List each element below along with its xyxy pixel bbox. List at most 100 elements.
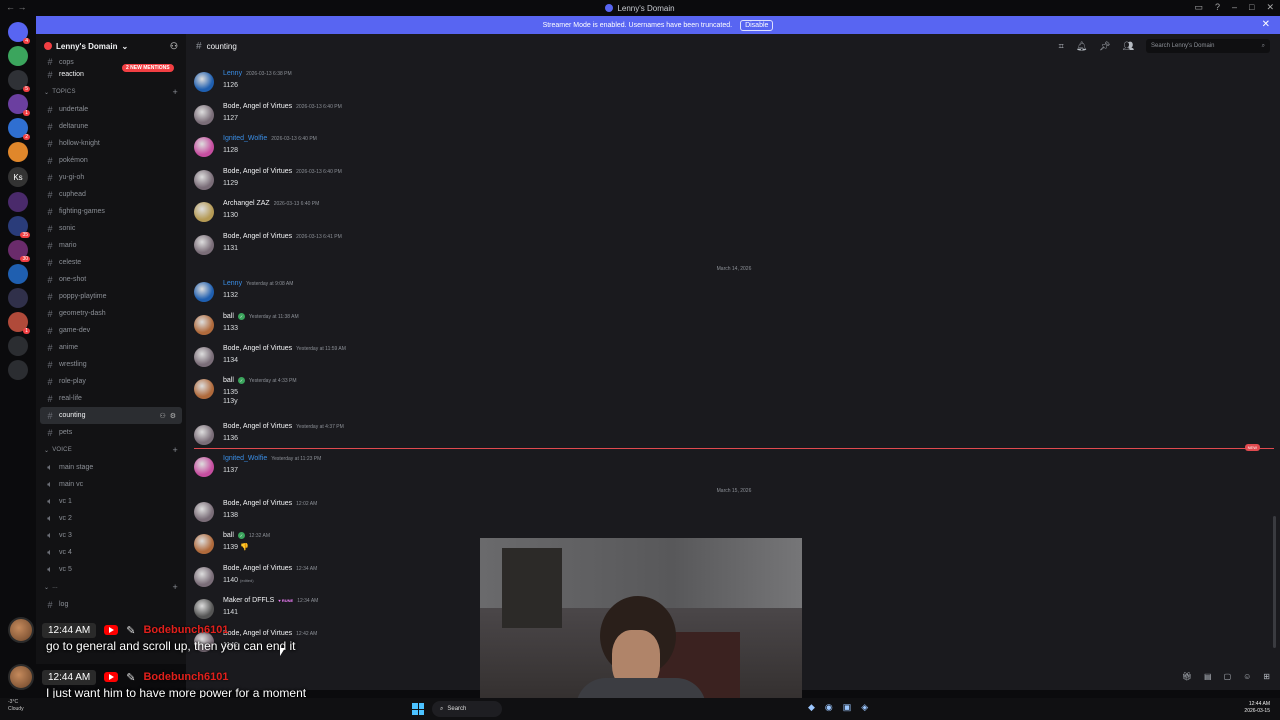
channel-main-stage[interactable]: 🔈︎ main stage	[36, 459, 186, 476]
channel-pets[interactable]: # pets	[36, 424, 186, 441]
avatar[interactable]	[194, 170, 214, 190]
steam-icon[interactable]: ◈	[861, 702, 868, 713]
message[interactable]: Lenny 2026-03-13 6:38 PM 1126	[194, 70, 1264, 100]
server-icon[interactable]: Ks	[8, 167, 28, 187]
author-name[interactable]: Bode, Angel of Virtues	[223, 500, 292, 507]
gift-icon[interactable]: 🎁︎	[1182, 672, 1192, 681]
close-banner-icon[interactable]: ✕	[1262, 19, 1270, 30]
author-name[interactable]: Lenny	[223, 280, 242, 287]
message[interactable]: Bode, Angel of Virtues Yesterday at 11:59…	[194, 345, 1264, 375]
category-header[interactable]: ⌄... +	[36, 578, 186, 596]
message[interactable]: ball ✓ Yesterday at 4:33 PM 1135 113y	[194, 377, 1264, 407]
message[interactable]: Bode, Angel of Virtues 12:02 AM 1138	[194, 500, 1264, 530]
avatar[interactable]	[194, 457, 214, 477]
add-server-icon[interactable]	[8, 336, 28, 356]
channel-poppy-playtime[interactable]: # poppy-playtime	[36, 288, 186, 305]
channel-mario[interactable]: # mario	[36, 237, 186, 254]
bell-icon[interactable]: 🔔︎	[1076, 41, 1087, 52]
server-icon[interactable]: 1	[8, 312, 30, 334]
avatar[interactable]	[194, 202, 214, 222]
channel-one-shot[interactable]: # one-shot	[36, 271, 186, 288]
channel-vc-5[interactable]: 🔈︎ vc 5	[36, 561, 186, 578]
channel-game-dev[interactable]: # game-dev	[36, 322, 186, 339]
channel-vc-3[interactable]: 🔈︎ vc 3	[36, 527, 186, 544]
new-mentions-badge[interactable]: 2 NEW MENTIONS	[122, 64, 174, 72]
pin-icon[interactable]: 📌︎	[1099, 41, 1110, 52]
system-clock[interactable]: 12:44 AM 2026-03-15	[1244, 701, 1270, 715]
category-header[interactable]: ⌄ VOICE +	[36, 441, 186, 459]
discord-taskbar-icon[interactable]: ▣	[843, 702, 852, 713]
message[interactable]: ball ✓ Yesterday at 11:38 AM 1133	[194, 313, 1264, 343]
avatar[interactable]	[194, 72, 214, 92]
threads-icon[interactable]: ⌗	[1059, 41, 1064, 52]
author-name[interactable]: Ignited_Wolfie	[223, 455, 267, 462]
avatar[interactable]	[194, 502, 214, 522]
server-icon[interactable]: 1	[8, 94, 30, 116]
inbox-icon[interactable]: ▭	[1194, 2, 1203, 13]
server-icon[interactable]	[8, 142, 28, 162]
channel-yu-gi-oh[interactable]: # yu-gi-oh	[36, 169, 186, 186]
weather-widget[interactable]: -3°C Cloudy	[8, 699, 24, 713]
channel-undertale[interactable]: # undertale	[36, 101, 186, 118]
author-name[interactable]: Bode, Angel of Virtues	[223, 345, 292, 352]
invite-icon[interactable]: ⚇	[159, 412, 165, 420]
channel-vc-1[interactable]: 🔈︎ vc 1	[36, 493, 186, 510]
minimize-icon[interactable]: –	[1232, 2, 1237, 13]
author-name[interactable]: Lenny	[223, 70, 242, 77]
channel-wrestling[interactable]: # wrestling	[36, 356, 186, 373]
avatar[interactable]	[194, 599, 214, 619]
channel-pok-mon[interactable]: # pokémon	[36, 152, 186, 169]
channel-deltarune[interactable]: # deltarune	[36, 118, 186, 135]
channel-anime[interactable]: # anime	[36, 339, 186, 356]
emoji-icon[interactable]: ☺	[1243, 672, 1251, 681]
add-channel-icon[interactable]: +	[173, 582, 178, 592]
channel-sonic[interactable]: # sonic	[36, 220, 186, 237]
avatar[interactable]	[194, 425, 214, 445]
channel-celeste[interactable]: # celeste	[36, 254, 186, 271]
message[interactable]: Lenny Yesterday at 9:08 AM 1132	[194, 280, 1264, 310]
author-name[interactable]: Bode, Angel of Virtues	[223, 168, 292, 175]
explore-icon[interactable]	[8, 360, 28, 380]
category-header[interactable]: ⌄ TOPICS +	[36, 83, 186, 101]
avatar[interactable]	[194, 315, 214, 335]
channel-counting[interactable]: # counting ⚇ ⚙	[40, 407, 182, 424]
channel-vc-2[interactable]: 🔈︎ vc 2	[36, 510, 186, 527]
avatar[interactable]	[194, 379, 214, 399]
author-name[interactable]: ball	[223, 377, 234, 384]
invite-icon[interactable]: ⚇	[170, 41, 178, 52]
server-header[interactable]: Lenny's Domain ⌄ ⚇	[36, 34, 186, 58]
maximize-icon[interactable]: □	[1249, 2, 1254, 13]
author-name[interactable]: Archangel ZAZ	[223, 200, 270, 207]
message[interactable]: Ignited_Wolfie 2026-03-13 6:40 PM 1128	[194, 135, 1264, 165]
server-icon[interactable]	[8, 192, 28, 212]
author-name[interactable]: Ignited_Wolfie	[223, 135, 267, 142]
search-input[interactable]: Search Lenny's Domain ⌕	[1146, 39, 1270, 53]
author-name[interactable]: Bode, Angel of Virtues	[223, 565, 292, 572]
server-icon[interactable]	[8, 288, 28, 308]
back-arrow-icon[interactable]: ← →	[6, 2, 27, 12]
help-icon[interactable]: ?	[1215, 2, 1220, 13]
avatar[interactable]	[194, 347, 214, 367]
message[interactable]: Bode, Angel of Virtues 2026-03-13 6:40 PM…	[194, 168, 1264, 198]
channel-role-play[interactable]: # role-play	[36, 373, 186, 390]
author-name[interactable]: ball	[223, 313, 234, 320]
avatar[interactable]	[194, 137, 214, 157]
channel-main-vc[interactable]: 🔈︎ main vc	[36, 476, 186, 493]
message[interactable]: Archangel ZAZ 2026-03-13 6:40 PM 1130	[194, 200, 1264, 230]
server-icon[interactable]: 30	[8, 240, 30, 262]
server-icon[interactable]	[8, 264, 28, 284]
server-icon[interactable]: 2	[8, 118, 30, 140]
channel-geometry-dash[interactable]: # geometry-dash	[36, 305, 186, 322]
author-name[interactable]: Bode, Angel of Virtues	[223, 233, 292, 240]
avatar[interactable]	[194, 282, 214, 302]
channel-real-life[interactable]: # real-life	[36, 390, 186, 407]
message[interactable]: Bode, Angel of Virtues 2026-03-13 6:41 PM…	[194, 233, 1264, 263]
sticker-icon[interactable]: ▢	[1224, 672, 1232, 681]
author-name[interactable]: ball	[223, 532, 234, 539]
channel-hollow-knight[interactable]: # hollow-knight	[36, 135, 186, 152]
avatar[interactable]	[194, 235, 214, 255]
taskbar-search[interactable]: ⌕ Search	[432, 701, 502, 717]
gear-icon[interactable]: ⚙	[170, 412, 176, 420]
avatar[interactable]	[194, 534, 214, 554]
add-channel-icon[interactable]: +	[173, 445, 178, 455]
